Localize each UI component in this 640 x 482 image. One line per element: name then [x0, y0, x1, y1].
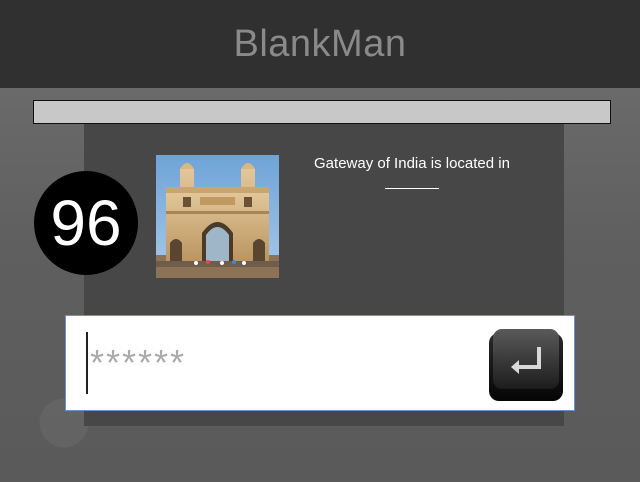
- progress-bar: [33, 100, 611, 124]
- question-image: [156, 155, 279, 278]
- question-text: Gateway of India is located in: [314, 155, 510, 172]
- app-header: BlankMan: [0, 0, 640, 88]
- answer-box: [65, 315, 575, 411]
- countdown-timer: 96: [34, 171, 138, 275]
- enter-key-icon: [489, 329, 563, 401]
- submit-button[interactable]: [487, 327, 565, 403]
- gateway-of-india-photo: [156, 155, 279, 278]
- timer-value: 96: [50, 187, 122, 259]
- app-title: BlankMan: [233, 22, 407, 65]
- answer-blank-line: [385, 188, 439, 189]
- answer-input[interactable]: [86, 332, 482, 394]
